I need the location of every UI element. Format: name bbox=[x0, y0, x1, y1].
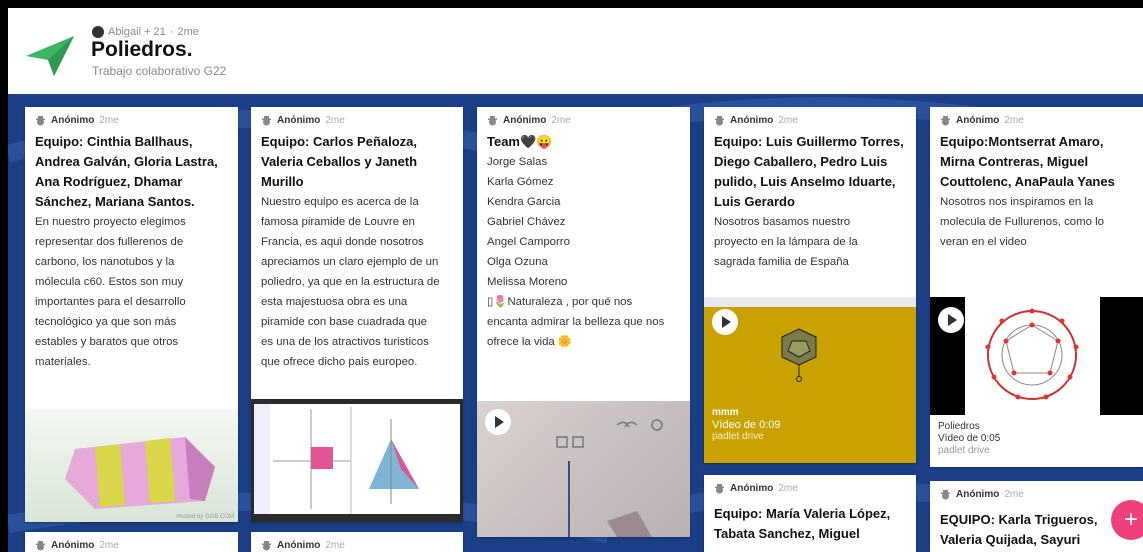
add-post-button[interactable]: + bbox=[1111, 500, 1143, 540]
post-header: Anónimo 2me bbox=[251, 107, 463, 126]
anonymous-icon bbox=[262, 115, 271, 125]
video-duration: Vídeo de 0:09 bbox=[712, 419, 781, 431]
play-icon[interactable] bbox=[485, 409, 511, 435]
post-author: Anónimo bbox=[956, 115, 1000, 126]
post-video[interactable]: mmm Vídeo de 0:09 padlet drive bbox=[704, 297, 916, 463]
video-caption: mmm Vídeo de 0:09 padlet drive bbox=[712, 407, 781, 443]
post-card[interactable]: Anónimo 2me Team🖤😛 Jorge Salas Karla Góme… bbox=[477, 107, 690, 537]
post-time: 2me bbox=[1004, 489, 1024, 500]
anonymous-icon bbox=[941, 115, 950, 125]
geogebra-watermark: Hosted by GGB.COM bbox=[176, 514, 234, 520]
pyramid-screenshot bbox=[254, 404, 460, 514]
avatar bbox=[92, 26, 104, 38]
post-time: 2me bbox=[1004, 115, 1024, 126]
post-card[interactable]: Anónimo 2me Equipo: Carlos Peñaloza, Vale… bbox=[251, 107, 463, 522]
post-time: 2me bbox=[99, 115, 119, 126]
post-title: Team🖤😛 bbox=[487, 134, 553, 149]
anonymous-icon bbox=[36, 540, 45, 550]
post-header: Anónimo 2me bbox=[25, 107, 238, 126]
video-source: padlet drive bbox=[938, 445, 990, 456]
post-time: 2me bbox=[99, 540, 119, 551]
paper-plane-logo-icon bbox=[26, 36, 74, 76]
post-header: Anónimo 2me bbox=[704, 475, 916, 494]
post-time: 2me bbox=[778, 483, 798, 494]
board-subtitle: Trabajo colaborativo G22 bbox=[92, 64, 227, 78]
post-author: Anónimo bbox=[503, 115, 547, 126]
board-author: Abigail + 21 · 2me bbox=[92, 26, 199, 38]
post-header: Anónimo 2me bbox=[930, 481, 1143, 500]
post-time: 2me bbox=[325, 115, 345, 126]
post-title: Equipo: Luis Guillermo Torres, Diego Caba… bbox=[714, 134, 904, 209]
post-header: Anónimo 2me bbox=[930, 107, 1143, 126]
post-header: Anónimo 2me bbox=[25, 532, 238, 551]
fullerene-render bbox=[985, 308, 1079, 400]
anonymous-icon bbox=[488, 115, 497, 125]
separator-dot: · bbox=[169, 26, 174, 38]
post-card[interactable]: Anónimo 2me Equipo: Cinthia Ballhaus, And… bbox=[25, 107, 238, 522]
nanotube-render bbox=[65, 437, 215, 509]
post-card[interactable]: Anónimo 2me Equipo: Luis Guillermo Torre… bbox=[704, 107, 916, 463]
post-author: Anónimo bbox=[51, 115, 95, 126]
post-body: Nuestro equipo es acerca de la famosa pir… bbox=[261, 196, 440, 368]
padlet-board: Abigail + 21 · 2me Poliedros. Trabajo co… bbox=[8, 8, 1143, 552]
post-card[interactable]: Anónimo 2me bbox=[25, 532, 238, 552]
post-time: 2me bbox=[551, 115, 571, 126]
board-title: Poliedros. bbox=[91, 38, 193, 61]
post-image-geogebra-screenshot[interactable] bbox=[251, 399, 463, 522]
post-header: Anónimo 2me bbox=[251, 532, 463, 551]
post-author: Anónimo bbox=[730, 115, 774, 126]
post-header: Anónimo 2me bbox=[477, 107, 690, 126]
anonymous-icon bbox=[941, 489, 950, 499]
video-caption: Poliedros Vídeo de 0:05 padlet drive bbox=[938, 421, 1000, 457]
anonymous-icon bbox=[262, 540, 271, 550]
author-name[interactable]: Abigail + 21 bbox=[108, 26, 166, 38]
post-title: Equipo: Carlos Peñaloza, Valeria Ceballos… bbox=[261, 134, 418, 189]
post-video[interactable] bbox=[930, 297, 1143, 467]
post-card[interactable]: Anónimo 2me Equipo: María Valeria López,… bbox=[704, 475, 916, 552]
post-time: 2me bbox=[778, 115, 798, 126]
board-header: Abigail + 21 · 2me Poliedros. Trabajo co… bbox=[8, 8, 1143, 94]
post-header: Anónimo 2me bbox=[704, 107, 916, 126]
video-name: mmm bbox=[712, 407, 739, 418]
video-duration: Vídeo de 0:05 bbox=[938, 433, 1001, 444]
post-author: Anónimo bbox=[730, 483, 774, 494]
post-author: Anónimo bbox=[277, 540, 321, 551]
post-image-geogebra[interactable]: Hosted by GGB.COM bbox=[25, 409, 238, 522]
post-title: Equipo: María Valeria López, Tabata Sanch… bbox=[714, 506, 891, 541]
post-title: Equipo:Montserrat Amaro, Mirna Contreras,… bbox=[940, 134, 1115, 189]
post-body: Nosotros nos inspiramos en la molecula de… bbox=[940, 196, 1104, 248]
video-source: padlet drive bbox=[712, 431, 764, 442]
post-time: 2me bbox=[325, 540, 345, 551]
video-name: Poliedros bbox=[938, 421, 980, 432]
anonymous-icon bbox=[715, 115, 724, 125]
post-author: Anónimo bbox=[277, 115, 321, 126]
anonymous-icon bbox=[36, 115, 45, 125]
post-title: Equipo: Cinthia Ballhaus, Andrea Galván, … bbox=[35, 134, 218, 209]
post-body: Jorge Salas Karla Gómez Kendra Garcia Gabri… bbox=[487, 156, 665, 348]
post-author: Anónimo bbox=[51, 540, 95, 551]
post-card[interactable]: Anónimo 2me Equipo:Montserrat Amaro, Mirn… bbox=[930, 107, 1143, 467]
post-author: Anónimo bbox=[956, 489, 1000, 500]
post-body: Nosotros basamos nuestro proyecto en la l… bbox=[714, 216, 858, 268]
post-video[interactable] bbox=[477, 401, 690, 537]
post-card[interactable]: Anónimo 2me bbox=[251, 532, 463, 552]
board-time: 2me bbox=[177, 26, 199, 38]
post-body: En nuestro proyecto elegimos representar … bbox=[35, 216, 186, 368]
anonymous-icon bbox=[715, 483, 724, 493]
